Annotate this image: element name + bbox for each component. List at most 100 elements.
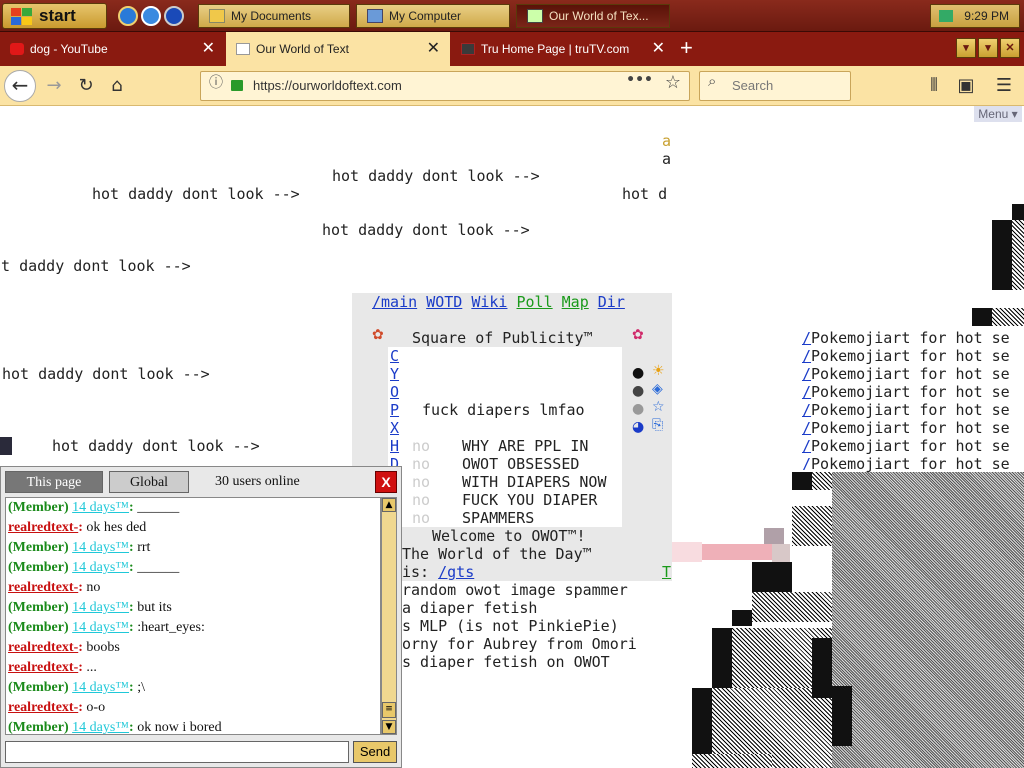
chat-timestamp[interactable]: 14 days™ [72,600,129,615]
owot-canvas[interactable]: Menu ▾ a a hot daddy dont look --> hot d… [0,106,1024,768]
internet-explorer-icon[interactable] [118,6,138,26]
chat-username[interactable]: (Member) [8,540,69,555]
chat-username[interactable]: realredtext- [8,520,78,535]
link-map[interactable]: Map [562,293,589,311]
chat-timestamp[interactable]: 14 days™ [72,680,129,695]
folder-icon [209,9,225,23]
chat-username[interactable]: (Member) [8,560,69,575]
chat-input[interactable] [5,741,349,763]
wotd-t-link[interactable]: T [662,563,671,581]
search-icon: ⌕ [708,72,717,90]
link-poll[interactable]: Poll [517,293,553,311]
windows-logo-icon [11,8,33,26]
chat-timestamp[interactable]: 14 days™ [72,720,129,734]
forward-button[interactable]: → [42,74,66,98]
close-tab-icon[interactable]: ✕ [427,32,440,66]
link-wiki[interactable]: Wiki [471,293,507,311]
chat-log[interactable]: (Member) 14 days™: ______ realredtext-: o… [5,497,381,735]
bottom-line: random owot image spammer [402,581,628,599]
close-window-button[interactable]: ✕ [1000,38,1020,58]
hamburger-menu-icon[interactable]: ☰ [992,74,1016,98]
square-title: Square of Publicity™ [412,329,593,347]
chat-timestamp[interactable]: 14 days™ [72,560,129,575]
url-text[interactable]: https://ourworldoftext.com [253,78,402,93]
close-tab-icon[interactable]: ✕ [652,32,665,66]
chat-username[interactable]: (Member) [8,620,69,635]
lock-icon [231,80,243,91]
menu-button[interactable]: Menu ▾ [974,106,1022,122]
close-tab-icon[interactable]: ✕ [202,32,215,66]
chat-send-button[interactable]: Send [353,741,397,763]
chat-text: but its [133,600,172,615]
chat-online-count: 30 users online [215,474,300,489]
chat-username[interactable]: realredtext- [8,640,78,655]
canvas-letter: a [662,132,672,150]
scroll-down-icon[interactable]: ▼ [382,720,396,734]
canvas-text: hot daddy dont look --> [322,221,530,239]
tab-trutv[interactable]: Tru Home Page | truTV.com ✕ [451,32,675,66]
block-line: FUCK YOU DIAPER [462,491,598,509]
library-icon[interactable]: ⫴ [922,74,946,98]
page-icon: ⎘ [652,417,664,433]
sidebar-icon[interactable]: ▣ [954,74,978,98]
chat-close-button[interactable]: X [375,471,397,493]
tray-network-icon[interactable] [939,10,953,22]
reload-button[interactable]: ↻ [74,74,98,98]
chat-username[interactable]: realredtext- [8,700,78,715]
search-bar[interactable]: ⌕ Search [699,71,851,101]
home-button[interactable]: ⌂ [105,74,129,98]
chat-message: realredtext-: ok hes ded [8,520,147,535]
link-wotd[interactable]: WOTD [426,293,462,311]
block-line: OWOT OBSESSED [462,455,580,473]
text-cursor [0,437,12,455]
globe-icon: ◕ [632,419,645,435]
chat-timestamp[interactable]: 14 days™ [72,500,129,515]
menu-label: Menu [978,107,1009,121]
chat-text: ______ [133,500,180,515]
url-bar[interactable]: ⓘ https://ourworldoftext.com ••• ☆ [200,71,690,101]
sun-icon: ☀ [652,363,665,379]
task-my-documents[interactable]: My Documents [198,4,350,28]
canvas-text: hot daddy dont look --> [2,365,210,383]
page-actions-icon[interactable]: ••• [626,72,653,88]
media-player-icon[interactable] [164,6,184,26]
chat-username[interactable]: (Member) [8,600,69,615]
start-button[interactable]: start [2,3,107,29]
chat-username[interactable]: (Member) [8,500,69,515]
chat-timestamp[interactable]: 14 days™ [72,620,129,635]
maximize-button[interactable]: ▾ [978,38,998,58]
no-label: no [412,491,431,509]
chat-scrollbar[interactable]: ▲ ≡ ▼ [381,497,397,735]
welcome-text: Welcome to OWOT™! [432,527,586,545]
info-icon[interactable]: ⓘ [209,72,223,92]
outlook-express-icon[interactable] [141,6,161,26]
chat-username[interactable]: realredtext- [8,660,78,675]
chat-timestamp[interactable]: 14 days™ [72,540,129,555]
chat-username[interactable]: (Member) [8,720,69,734]
chat-username[interactable]: realredtext- [8,580,78,595]
back-button[interactable]: ← [4,70,36,102]
link-dir[interactable]: Dir [598,293,625,311]
taskbar: start My Documents My Computer Our World… [0,0,1024,32]
new-tab-icon[interactable]: + [680,32,693,66]
wotd-link[interactable]: /gts [438,563,474,581]
task-label: My Computer [389,9,462,23]
bottom-line: a diaper fetish [402,599,538,617]
tab-our-world-of-text[interactable]: Our World of Text ✕ [226,32,450,66]
tab-youtube[interactable]: dog - YouTube ✕ [0,32,225,66]
chat-tab-global[interactable]: Global [109,471,189,493]
chat-username[interactable]: (Member) [8,680,69,695]
scroll-up-icon[interactable]: ▲ [382,498,396,512]
scroll-thumb[interactable]: ≡ [382,702,396,718]
side-letters[interactable]: C Y O P X H D [390,347,399,473]
bookmark-star-icon[interactable]: ☆ [665,72,681,93]
task-my-computer[interactable]: My Computer [356,4,510,28]
minimize-button[interactable]: ▾ [956,38,976,58]
chat-tab-this-page[interactable]: This page [5,471,103,493]
pixel-art [672,196,1024,768]
chat-text: ok now i bored [133,720,222,735]
link-main[interactable]: /main [372,293,417,311]
task-our-world-of-text[interactable]: Our World of Tex... [516,4,670,28]
chat-text: :heart_eyes: [133,620,205,635]
chat-message: (Member) 14 days™: ;\ [8,680,145,695]
